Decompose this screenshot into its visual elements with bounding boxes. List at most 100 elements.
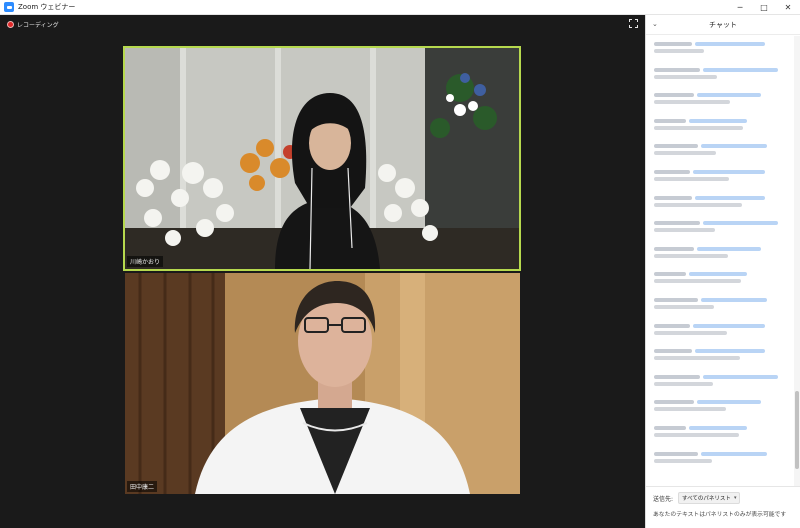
chat-message: [646, 36, 794, 62]
chat-message: [646, 394, 794, 420]
chat-input-hint[interactable]: あなたのテキストはパネリストのみが表示可能です: [653, 509, 793, 518]
close-button[interactable]: ✕: [776, 0, 800, 15]
chat-footer: 送信先: すべてのパネリスト ▾ あなたのテキストはパネリストのみが表示可能です: [646, 486, 800, 528]
chat-message: [646, 292, 794, 318]
chat-message-sender: [654, 42, 692, 46]
chat-message-text: [654, 279, 741, 284]
chat-message: [646, 138, 794, 164]
chat-message-sender: [654, 118, 686, 123]
chat-message-recipient: [689, 272, 747, 277]
chat-message: [646, 420, 794, 446]
chat-message-recipient: [701, 144, 767, 149]
window-title: Zoom ウェビナー: [18, 3, 76, 11]
chat-message: [646, 87, 794, 113]
chat-header: ⌄ チャット: [646, 15, 800, 35]
chat-message-text: [654, 228, 715, 233]
send-to-row: 送信先: すべてのパネリスト ▾: [653, 492, 793, 504]
chat-message-text: [654, 176, 729, 181]
participant-name-tag: 川崎かおり: [127, 256, 164, 267]
title-bar: Zoom ウェビナー ─ □ ✕: [0, 0, 800, 15]
chat-message-text: [654, 100, 730, 105]
chat-message: [646, 343, 794, 369]
chat-message-list[interactable]: [646, 36, 794, 486]
video-area: レコーディング 川崎かおり 田中康二: [0, 15, 645, 528]
chat-message-recipient: [697, 246, 761, 251]
chat-message-sender: [654, 144, 698, 149]
recording-label: レコーディング: [17, 22, 59, 29]
chat-message-sender: [654, 349, 692, 354]
chat-message-recipient: [701, 297, 767, 302]
chat-message: [646, 113, 794, 139]
chat-message: [646, 190, 794, 216]
chat-message: [646, 164, 794, 190]
chat-scrollbar[interactable]: [794, 36, 800, 486]
chat-title: チャット: [709, 20, 737, 29]
chat-message-recipient: [695, 42, 765, 46]
chat-message: [646, 215, 794, 241]
chat-message-sender: [654, 169, 690, 174]
chat-message-text: [654, 432, 739, 437]
chevron-down-icon: ▾: [733, 495, 737, 501]
chat-message-text: [654, 125, 743, 130]
chat-message-recipient: [703, 67, 778, 72]
chat-message-sender: [654, 246, 694, 251]
video-tile-participant[interactable]: 田中康二: [125, 273, 520, 494]
chat-message-text: [654, 202, 742, 207]
chat-message-text: [654, 253, 728, 258]
chat-message-sender: [654, 272, 686, 277]
chat-message-text: [654, 356, 740, 361]
chat-message-recipient: [693, 169, 765, 174]
chat-message: [646, 318, 794, 344]
maximize-button[interactable]: □: [752, 0, 776, 15]
chevron-down-icon[interactable]: ⌄: [652, 20, 658, 28]
chat-message-sender: [654, 93, 694, 98]
scrollbar-thumb[interactable]: [795, 391, 799, 469]
chat-message-sender: [654, 67, 700, 72]
recording-indicator[interactable]: レコーディング: [7, 20, 59, 29]
chat-message-recipient: [701, 451, 767, 456]
chat-message-sender: [654, 195, 692, 200]
chat-message-sender: [654, 374, 700, 379]
chat-message-sender: [654, 221, 700, 226]
chat-message: [646, 266, 794, 292]
participant-video: [125, 48, 519, 269]
chat-message-text: [654, 381, 713, 386]
chat-message-recipient: [697, 400, 761, 405]
chat-message: [646, 446, 794, 472]
chat-message-text: [654, 458, 712, 463]
chat-message-recipient: [689, 118, 747, 123]
video-tile-active-speaker[interactable]: 川崎かおり: [123, 46, 521, 271]
chat-message-text: [654, 74, 717, 79]
chat-message-text: [654, 49, 704, 53]
recipient-value: すべてのパネリスト: [682, 496, 731, 502]
chat-message-text: [654, 304, 714, 309]
chat-message-sender: [654, 451, 698, 456]
zoom-app-icon: [4, 2, 14, 12]
chat-message-sender: [654, 297, 698, 302]
chat-message-sender: [654, 400, 694, 405]
chat-message-recipient: [703, 374, 778, 379]
participant-name-tag: 田中康二: [127, 481, 158, 492]
chat-message-text: [654, 151, 716, 156]
minimize-button[interactable]: ─: [728, 0, 752, 15]
recipient-dropdown[interactable]: すべてのパネリスト ▾: [678, 492, 741, 504]
chat-panel: ⌄ チャット 送信先: すべてのパネリスト ▾ あなたのテキストはパネリストのみ…: [645, 15, 800, 528]
chat-message-text: [654, 330, 727, 335]
chat-message-recipient: [695, 195, 765, 200]
record-icon: [7, 21, 14, 28]
chat-message-recipient: [693, 323, 765, 328]
chat-message-text: [654, 407, 726, 412]
chat-message-sender: [654, 323, 690, 328]
chat-message-sender: [654, 425, 686, 430]
chat-message-recipient: [689, 425, 747, 430]
chat-message-recipient: [695, 349, 765, 354]
send-to-label: 送信先:: [653, 495, 674, 503]
chat-message: [646, 369, 794, 395]
chat-message: [646, 62, 794, 88]
window-controls: ─ □ ✕: [728, 0, 800, 15]
chat-message-recipient: [703, 221, 778, 226]
chat-message: [646, 241, 794, 267]
chat-message-recipient: [697, 93, 761, 98]
participant-video: [125, 273, 520, 494]
fullscreen-icon[interactable]: [629, 19, 638, 28]
